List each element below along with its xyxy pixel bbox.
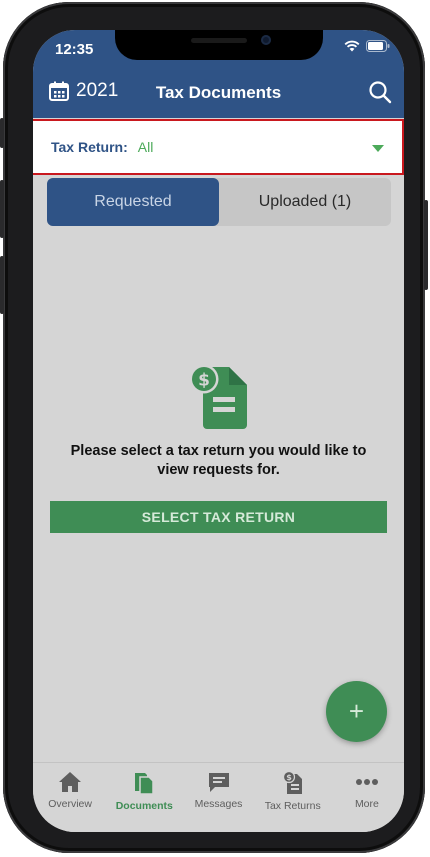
nav-documents[interactable]: Documents (107, 763, 181, 832)
nav-more[interactable]: More (330, 763, 404, 832)
nav-messages[interactable]: Messages (181, 763, 255, 832)
dollar-document-icon: $ (189, 364, 247, 429)
header-bar: 12:35 2021 Tax Documents (33, 30, 404, 118)
nav-more-label: More (354, 798, 379, 810)
mute-switch (0, 118, 4, 148)
more-icon (355, 779, 378, 785)
volume-up-button (0, 180, 4, 238)
front-camera (261, 35, 271, 45)
search-button[interactable] (368, 80, 392, 109)
volume-down-button (0, 256, 4, 314)
tab-uploaded[interactable]: Uploaded (1) (219, 178, 391, 226)
bottom-nav: Overview Documents Messages $ Tax Return… (33, 762, 404, 832)
phone-frame: 12:35 2021 Tax Documents Tax Return: All… (0, 2, 428, 853)
search-icon (369, 81, 392, 104)
power-button (424, 200, 428, 290)
svg-text:$: $ (198, 371, 210, 391)
caret-down-icon (372, 145, 384, 152)
year-label: 2021 (76, 80, 119, 101)
notch (115, 30, 323, 60)
add-button[interactable]: + (326, 681, 387, 742)
wifi-icon (344, 40, 360, 52)
nav-tax-returns-label: Tax Returns (264, 800, 321, 812)
home-icon (59, 772, 82, 792)
status-time: 12:35 (55, 41, 94, 58)
nav-messages-label: Messages (194, 798, 243, 810)
year-picker[interactable]: 2021 (48, 80, 118, 102)
tax-return-selector[interactable]: Tax Return: All (33, 119, 404, 175)
empty-state-message: Please select a tax return you would lik… (70, 443, 367, 478)
messages-icon (208, 773, 229, 792)
tab-requested[interactable]: Requested (47, 178, 219, 226)
tax-returns-icon: $ (282, 771, 302, 794)
nav-overview-label: Overview (48, 798, 92, 810)
segmented-tabs: Requested Uploaded (1) (47, 178, 391, 226)
nav-documents-label: Documents (115, 800, 173, 812)
tax-return-label: Tax Return: (51, 139, 128, 155)
app-screen: 12:35 2021 Tax Documents Tax Return: All… (33, 30, 404, 832)
calendar-icon (49, 81, 69, 101)
plus-icon: + (348, 696, 365, 726)
tax-return-value: All (137, 139, 154, 155)
svg-text:$: $ (286, 773, 292, 782)
battery-icon (366, 40, 390, 52)
nav-tax-returns[interactable]: $ Tax Returns (256, 763, 330, 832)
nav-overview[interactable]: Overview (33, 763, 107, 832)
documents-icon (135, 773, 155, 795)
speaker (191, 38, 247, 43)
select-tax-return-button[interactable]: SELECT TAX RETURN (50, 501, 387, 533)
status-icons (344, 40, 390, 52)
